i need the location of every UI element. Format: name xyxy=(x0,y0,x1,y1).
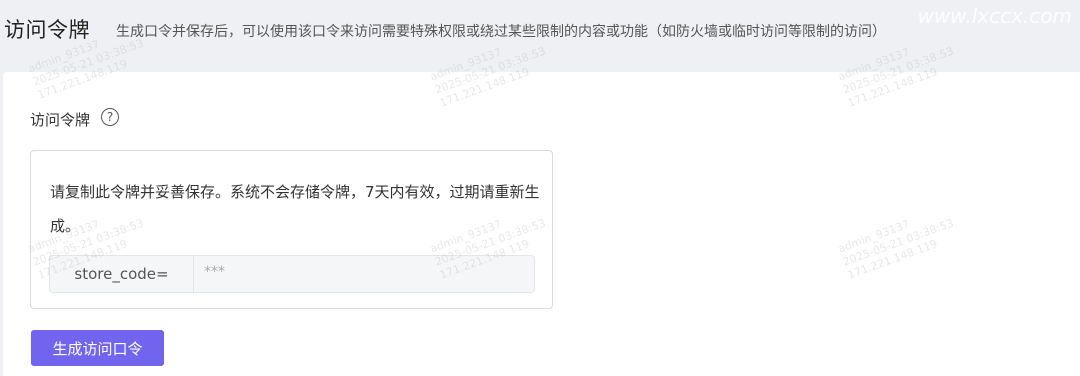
field-label: 访问令牌 xyxy=(30,111,91,129)
page-description: 生成口令并保存后，可以使用该口令来访问需要特殊权限或绕过某些限制的内容或功能（如… xyxy=(116,24,886,40)
token-input-group: store_code= *** xyxy=(49,255,535,293)
help-icon[interactable]: ? xyxy=(101,108,119,126)
token-value-field[interactable]: *** xyxy=(194,256,534,292)
token-notice: 请复制此令牌并妥善保存。系统不会存储令牌，7天内有效，过期请重新生成。 xyxy=(50,183,540,235)
page-title: 访问令牌 xyxy=(4,18,90,42)
content-panel: 访问令牌 ? 请复制此令牌并妥善保存。系统不会存储令牌，7天内有效，过期请重新生… xyxy=(3,72,1080,376)
token-prefix: store_code= xyxy=(50,256,194,292)
generate-token-button[interactable]: 生成访问口令 xyxy=(31,330,164,366)
token-box: 请复制此令牌并妥善保存。系统不会存储令牌，7天内有效，过期请重新生成。 stor… xyxy=(30,150,553,309)
site-watermark: www.lxccx.com xyxy=(917,4,1072,28)
page-header: 访问令牌 生成口令并保存后，可以使用该口令来访问需要特殊权限或绕过某些限制的内容… xyxy=(0,0,1080,62)
